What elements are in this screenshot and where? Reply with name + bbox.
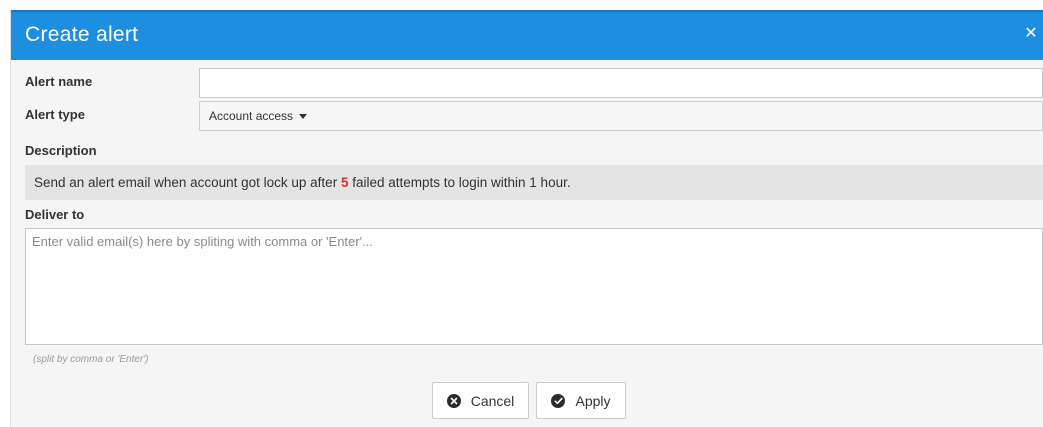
check-circle-icon: [551, 393, 566, 408]
close-icon[interactable]: ✕: [1022, 24, 1040, 44]
dialog-header: Create alert ✕: [11, 10, 1043, 60]
description-text-before: Send an alert email when account got loc…: [34, 175, 341, 190]
create-alert-dialog: Create alert ✕ Alert name Alert type Acc…: [10, 10, 1043, 427]
deliver-to-label: Deliver to: [25, 207, 85, 222]
alert-name-input[interactable]: [199, 68, 1043, 98]
alert-type-selected-value: Account access: [209, 109, 294, 123]
cancel-button[interactable]: Cancel: [432, 382, 529, 419]
apply-button[interactable]: Apply: [536, 382, 626, 419]
alert-type-label: Alert type: [25, 107, 85, 122]
alert-type-select[interactable]: Account access: [199, 101, 1043, 131]
description-label: Description: [25, 143, 97, 158]
deliver-to-input[interactable]: [25, 228, 1043, 345]
description-text: Send an alert email when account got loc…: [25, 165, 1043, 200]
deliver-to-hint: (split by comma or 'Enter'): [33, 354, 149, 365]
caret-down-icon: [299, 114, 308, 120]
cancel-circle-icon: [446, 393, 461, 408]
description-text-after: failed attempts to login within 1 hour.: [348, 175, 571, 190]
dialog-title: Create alert: [25, 23, 139, 46]
cancel-label: Cancel: [470, 392, 515, 409]
apply-label: Apply: [575, 392, 611, 409]
alert-name-label: Alert name: [25, 74, 93, 89]
